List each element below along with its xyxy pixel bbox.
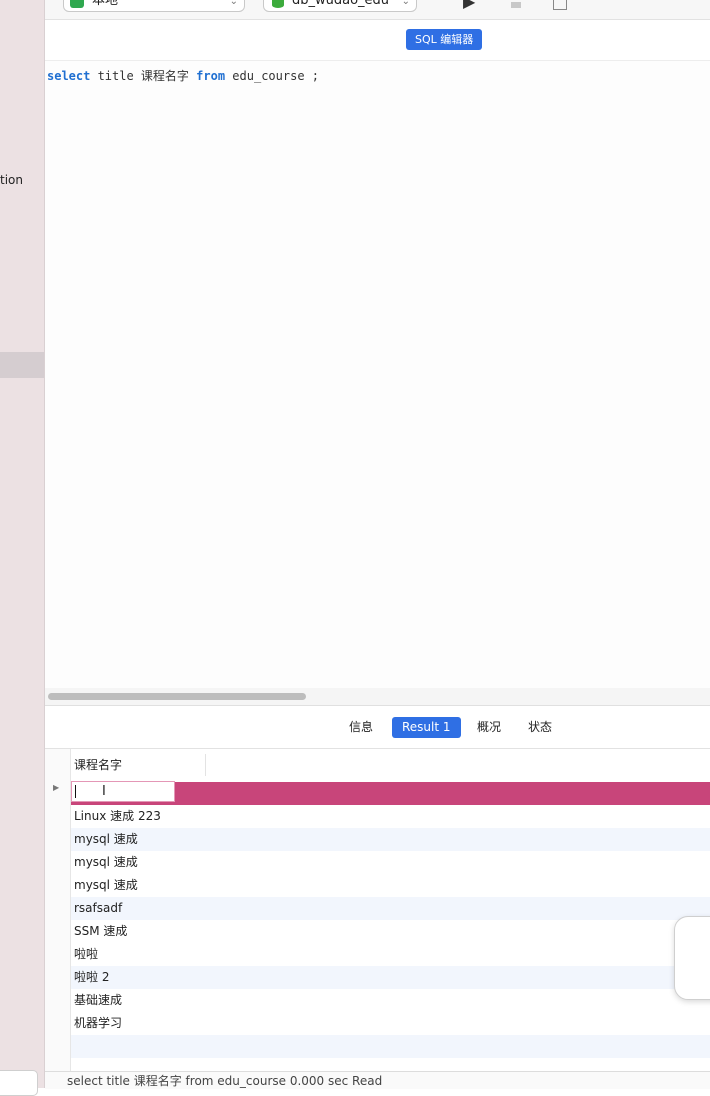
sidebar: tion [0, 0, 45, 1088]
status-bar: select title 课程名字 from edu_course 0.000 … [45, 1071, 710, 1089]
tab-overview[interactable]: 概况 [471, 717, 507, 738]
table-row[interactable]: Linux 速成 223 [71, 805, 710, 828]
popup-bubble [674, 916, 710, 1000]
table-row[interactable]: SSM 速成 [71, 920, 710, 943]
chevron-down-icon: ⌄ [229, 0, 238, 7]
table-row[interactable]: mysql 速成 [71, 851, 710, 874]
editor-header: SQL 编辑器 [45, 20, 710, 60]
chevron-down-icon: ⌄ [401, 0, 410, 7]
table-row[interactable]: 啦啦 2 [71, 966, 710, 989]
table-row[interactable]: mysql 速成 [71, 828, 710, 851]
database-label: db_wudao_edu [292, 0, 390, 8]
cell-editor-input[interactable]: Ⅰ [71, 781, 175, 802]
row-gutter [45, 749, 71, 1071]
connection-label: 本地 [92, 0, 119, 8]
row-indicator-icon: ▶ [53, 783, 60, 792]
horizontal-scrollbar-thumb[interactable] [48, 693, 306, 700]
database-select[interactable]: db_wudao_edu ⌄ [263, 0, 417, 12]
sidebar-bottom-button[interactable] [0, 1070, 38, 1096]
tab-status[interactable]: 状态 [522, 717, 558, 738]
explain-icon[interactable] [553, 0, 567, 10]
text-caret [75, 785, 76, 798]
sql-code[interactable]: select title 课程名字 from edu_course ; [47, 67, 319, 84]
stop-icon[interactable] [511, 2, 521, 8]
sql-keyword: from [196, 69, 226, 83]
run-icon[interactable]: ▶ [463, 0, 475, 11]
table-row[interactable]: rsafsadf [71, 897, 710, 920]
sql-editor-badge: SQL 编辑器 [406, 29, 483, 50]
sql-editor[interactable]: select title 课程名字 from edu_course ; [45, 60, 710, 691]
sql-text: title 课程名字 [90, 69, 197, 83]
table-row[interactable]: 啦啦 [71, 943, 710, 966]
tab-info[interactable]: 信息 [343, 717, 379, 738]
result-grid: 课程名字 ▶ Ⅰ Linux 速成 223 mysql 速成 mysql 速成 … [45, 749, 710, 1071]
text-cursor-icon: Ⅰ [102, 784, 106, 799]
table-row[interactable]: 机器学习 [71, 1012, 710, 1035]
tab-result-1[interactable]: Result 1 [392, 717, 461, 738]
table-row[interactable]: 基础速成 [71, 989, 710, 1012]
table-row[interactable] [71, 1035, 710, 1058]
sidebar-selected-item[interactable] [0, 352, 44, 378]
sql-text: edu_course ; [225, 69, 319, 83]
database-icon [272, 0, 284, 8]
sql-keyword: select [47, 69, 91, 83]
sidebar-item-label[interactable]: tion [0, 173, 23, 187]
connection-icon [70, 0, 84, 8]
toolbar: 本地 ⌄ db_wudao_edu ⌄ ▶ [45, 0, 710, 20]
result-tabs: 信息 Result 1 概况 状态 [45, 706, 710, 749]
column-header[interactable]: 课程名字 [70, 754, 206, 776]
status-text: select title 课程名字 from edu_course 0.000 … [67, 1074, 383, 1088]
table-row[interactable]: mysql 速成 [71, 874, 710, 897]
connection-select[interactable]: 本地 ⌄ [63, 0, 245, 12]
